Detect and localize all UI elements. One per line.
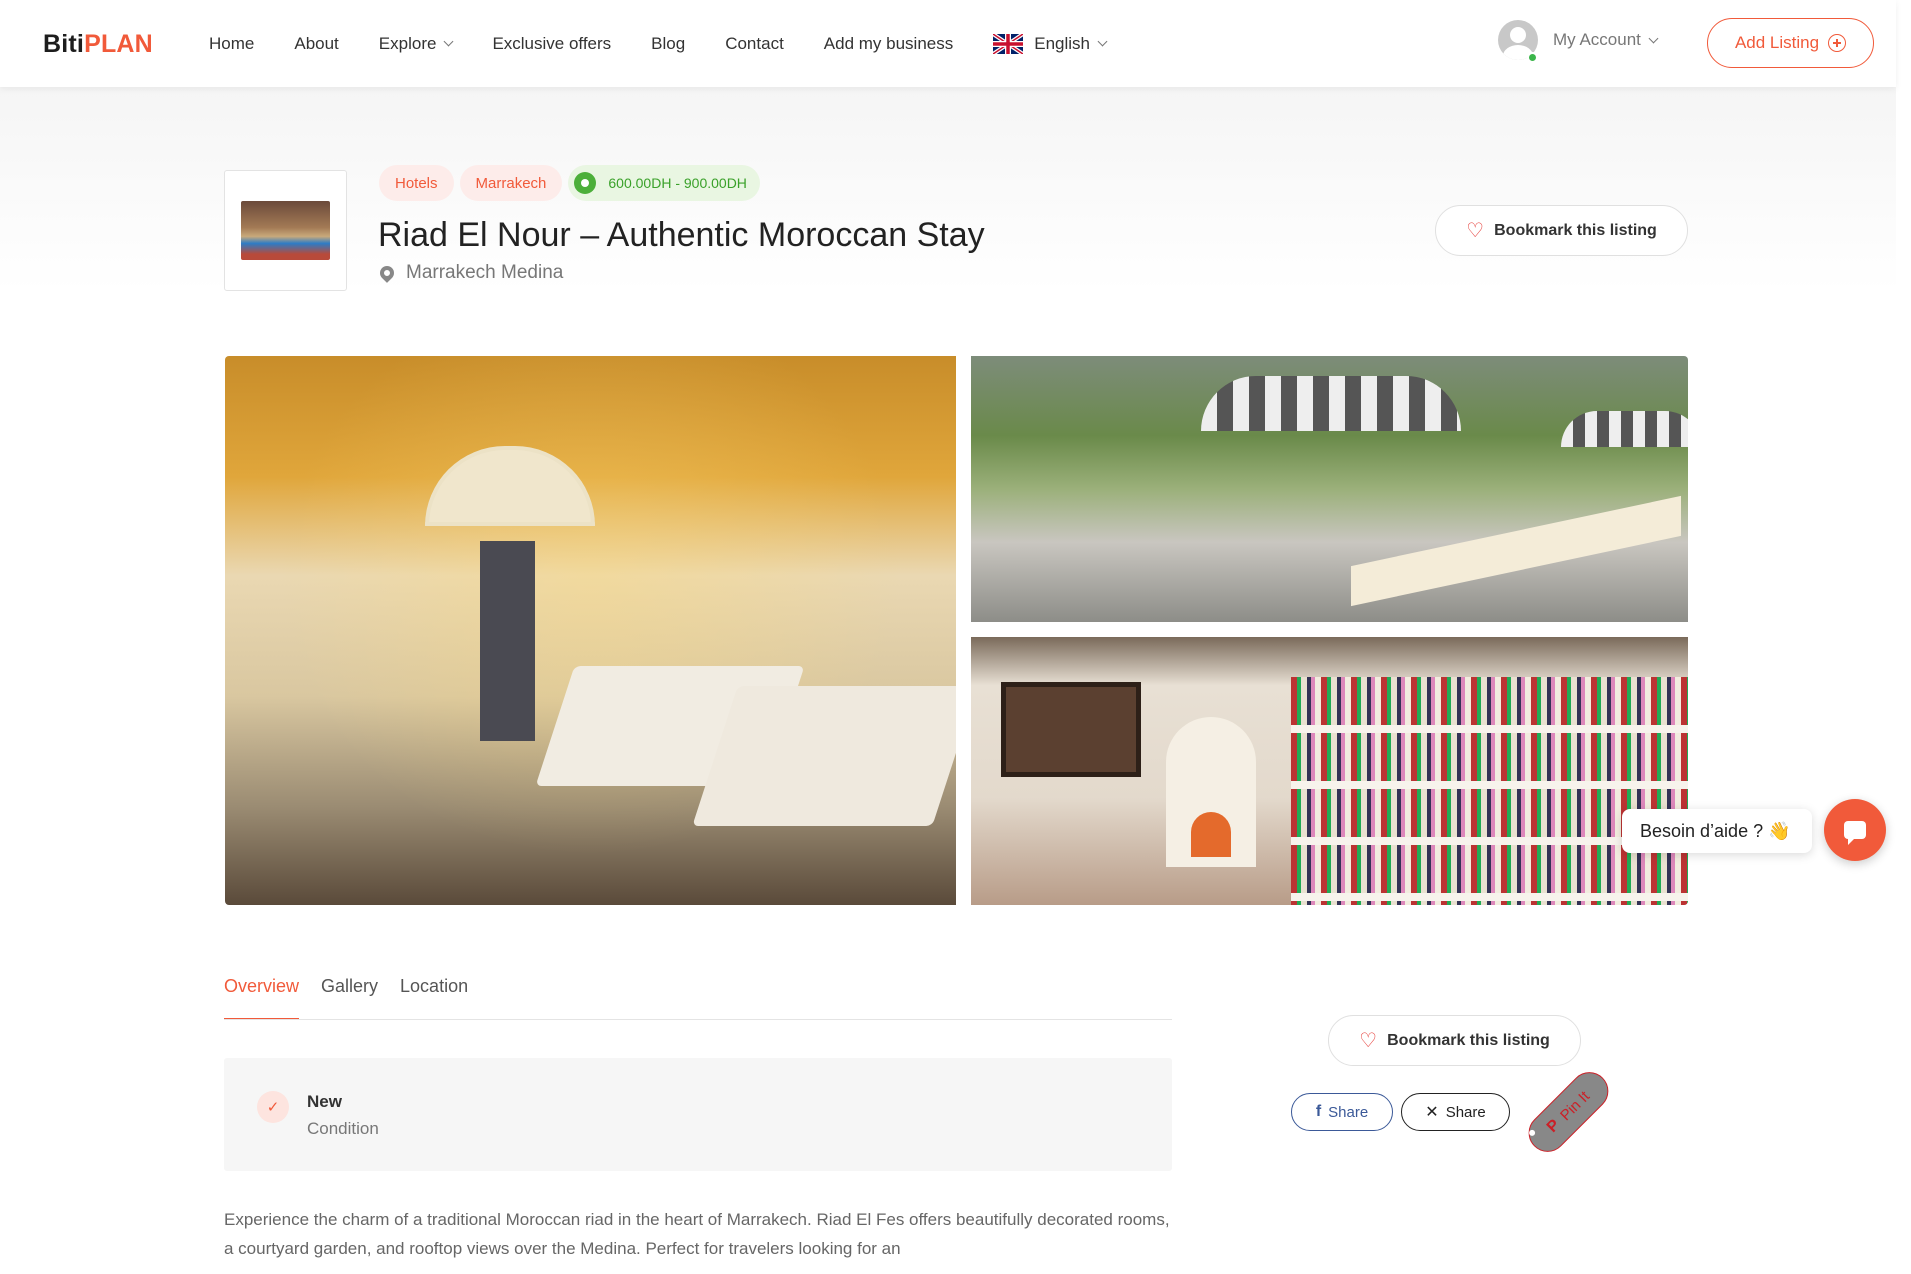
heart-icon: ♡ bbox=[1466, 219, 1485, 242]
tag-city[interactable]: Marrakech bbox=[459, 165, 563, 201]
nav-about[interactable]: About bbox=[294, 34, 338, 54]
chevron-down-icon bbox=[1648, 33, 1659, 43]
pin-it-button[interactable]: P Pin It bbox=[1520, 1064, 1617, 1160]
chevron-down-icon bbox=[443, 36, 454, 47]
nav-explore-label: Explore bbox=[378, 33, 437, 53]
tab-location[interactable]: Location bbox=[400, 976, 468, 1020]
gallery-image-terrace[interactable] bbox=[971, 356, 1688, 622]
listing-title: Riad El Nour – Authentic Moroccan Stay bbox=[378, 216, 985, 254]
share-facebook-button[interactable]: f Share bbox=[1291, 1093, 1393, 1131]
share-buttons: f Share ✕ Share P Pin It bbox=[1291, 1064, 1625, 1160]
price-range-badge: 600.00DH - 900.00DH bbox=[568, 165, 760, 201]
chevron-down-icon bbox=[1097, 36, 1108, 47]
sidebar-bookmark-label: Bookmark this listing bbox=[1387, 1031, 1550, 1049]
listing-location-text: Marrakech Medina bbox=[406, 262, 564, 283]
account-label: My Account bbox=[1553, 30, 1641, 49]
online-status-dot bbox=[1527, 52, 1538, 63]
check-icon: ✓ bbox=[257, 1091, 289, 1123]
chat-bubble-icon bbox=[1844, 821, 1866, 845]
listing-tags: Hotels Marrakech 600.00DH - 900.00DH bbox=[379, 165, 760, 201]
chat-button[interactable] bbox=[1824, 799, 1886, 861]
main-nav: Home About Explore Exclusive offers Blog… bbox=[209, 0, 1146, 87]
gallery-image-bedroom[interactable] bbox=[225, 356, 956, 905]
share-x-button[interactable]: ✕ Share bbox=[1401, 1093, 1510, 1131]
condition-box: ✓ New Condition bbox=[224, 1058, 1172, 1171]
nav-home[interactable]: Home bbox=[209, 34, 254, 54]
listing-location: Marrakech Medina bbox=[377, 262, 564, 284]
tab-gallery[interactable]: Gallery bbox=[321, 976, 378, 1020]
bookmark-label: Bookmark this listing bbox=[1494, 221, 1657, 239]
price-range-text: 600.00DH - 900.00DH bbox=[608, 175, 747, 191]
language-label: English bbox=[1034, 33, 1091, 53]
price-tag-icon bbox=[574, 172, 597, 194]
pin-it-label: Pin It bbox=[1556, 1087, 1593, 1124]
uk-flag-icon bbox=[993, 33, 1024, 54]
site-header: BitiPLAN Home About Explore Exclusive of… bbox=[0, 0, 1896, 87]
tab-overview[interactable]: Overview bbox=[224, 976, 300, 1020]
share-facebook-label: Share bbox=[1328, 1103, 1369, 1121]
plus-circle-icon bbox=[1828, 34, 1847, 52]
account-menu[interactable]: My Account bbox=[1498, 20, 1659, 60]
sidebar-bookmark-button[interactable]: ♡ Bookmark this listing bbox=[1328, 1015, 1581, 1066]
map-pin-icon bbox=[377, 263, 397, 283]
nav-contact[interactable]: Contact bbox=[725, 34, 784, 54]
language-selector[interactable]: English bbox=[993, 33, 1108, 54]
nav-exclusive-offers[interactable]: Exclusive offers bbox=[492, 34, 611, 54]
heart-icon: ♡ bbox=[1359, 1029, 1378, 1052]
add-listing-label: Add Listing bbox=[1734, 33, 1820, 52]
bookmark-button[interactable]: ♡ Bookmark this listing bbox=[1435, 205, 1688, 256]
condition-value: New bbox=[307, 1092, 342, 1111]
share-x-label: Share bbox=[1445, 1103, 1486, 1121]
nav-explore[interactable]: Explore bbox=[378, 33, 454, 54]
nav-add-my-business[interactable]: Add my business bbox=[824, 34, 953, 54]
listing-description: Experience the charm of a traditional Mo… bbox=[224, 1210, 1170, 1258]
add-listing-button[interactable]: Add Listing bbox=[1707, 18, 1874, 68]
x-icon: ✕ bbox=[1425, 1104, 1439, 1121]
logo-text-plan: PLAN bbox=[84, 30, 153, 58]
tag-category[interactable]: Hotels bbox=[379, 165, 454, 201]
condition-label: Condition bbox=[307, 1119, 379, 1138]
listing-thumbnail bbox=[224, 170, 347, 291]
nav-blog[interactable]: Blog bbox=[651, 34, 685, 54]
site-logo[interactable]: BitiPLAN bbox=[43, 30, 153, 59]
tabs-divider bbox=[224, 1019, 1172, 1020]
help-tooltip[interactable]: Besoin d’aide ? 👋 bbox=[1622, 809, 1812, 853]
listing-thumbnail-image bbox=[241, 201, 330, 260]
gallery-image-library[interactable] bbox=[971, 637, 1688, 905]
pinterest-icon: P bbox=[1543, 1116, 1564, 1136]
listing-tabs: Overview Gallery Location bbox=[224, 976, 490, 1020]
facebook-icon: f bbox=[1315, 1103, 1322, 1120]
logo-text-biti: Biti bbox=[43, 30, 85, 58]
